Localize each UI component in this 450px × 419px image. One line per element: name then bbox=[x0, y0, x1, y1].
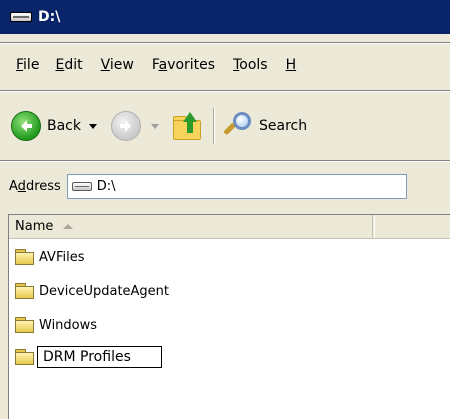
menu-view[interactable]: View bbox=[101, 57, 134, 73]
menu-favorites[interactable]: Favorites bbox=[152, 57, 215, 73]
address-bar: Address D:\ bbox=[0, 170, 450, 202]
rename-input[interactable]: DRM Profiles bbox=[37, 346, 162, 368]
divider bbox=[0, 42, 450, 44]
address-label-pre: A bbox=[9, 178, 18, 194]
magnifier-lens bbox=[233, 112, 251, 130]
arrow-right-icon bbox=[120, 120, 131, 132]
address-value: D:\ bbox=[96, 178, 116, 194]
toolbar-divider bbox=[213, 108, 215, 144]
toolbar: Back Search bbox=[0, 100, 450, 152]
list-item[interactable]: DRM Profiles bbox=[15, 345, 162, 369]
menu-edit-label: dit bbox=[64, 57, 83, 73]
menu-file-label: ile bbox=[23, 57, 40, 73]
column-header-label: Name bbox=[15, 219, 54, 234]
list-item[interactable]: AVFiles bbox=[15, 245, 84, 269]
menu-view-label: iew bbox=[109, 57, 134, 73]
menu-favorites-accel: a bbox=[158, 57, 168, 73]
menu-help[interactable]: H bbox=[286, 57, 297, 73]
list-item[interactable]: Windows bbox=[15, 313, 97, 337]
column-header-name[interactable]: Name bbox=[9, 215, 373, 238]
folder-icon bbox=[15, 283, 35, 299]
back-dropdown-icon[interactable] bbox=[89, 123, 97, 129]
drive-icon bbox=[71, 181, 92, 191]
address-label-accel: d bbox=[17, 178, 26, 194]
list-item-label: AVFiles bbox=[39, 249, 85, 265]
file-list[interactable]: Name AVFiles DeviceUpdateAgent Windows D… bbox=[8, 214, 450, 419]
menu-edit[interactable]: Edit bbox=[55, 57, 82, 73]
forward-button[interactable] bbox=[111, 111, 141, 141]
menu-file[interactable]: File bbox=[16, 57, 39, 73]
menu-edit-accel: E bbox=[55, 57, 65, 73]
up-arrow-stem bbox=[187, 121, 193, 133]
menu-favorites-label: vorites bbox=[167, 57, 216, 73]
menu-file-accel: F bbox=[16, 57, 24, 73]
list-item-label: Windows bbox=[39, 317, 98, 333]
title-bar[interactable]: D:\ bbox=[0, 0, 450, 34]
address-label-rest: dress bbox=[25, 178, 61, 194]
explorer-window: D:\ File Edit View Favorites Tools H Bac… bbox=[0, 0, 450, 419]
list-header: Name bbox=[9, 215, 450, 239]
back-button[interactable] bbox=[11, 111, 41, 141]
divider bbox=[0, 90, 450, 92]
address-label: Address bbox=[9, 179, 61, 194]
forward-dropdown-icon[interactable] bbox=[151, 123, 159, 129]
sort-ascending-icon bbox=[63, 224, 74, 229]
menu-tools[interactable]: Tools bbox=[233, 57, 268, 73]
drive-icon bbox=[10, 12, 32, 22]
menu-tools-label: ools bbox=[239, 57, 268, 73]
window-title: D:\ bbox=[38, 9, 61, 25]
menu-help-accel: H bbox=[285, 57, 297, 73]
address-input[interactable]: D:\ bbox=[66, 173, 407, 199]
search-button-label[interactable]: Search bbox=[259, 118, 307, 134]
menu-favorites-pre: F bbox=[151, 57, 159, 73]
list-item-label: DeviceUpdateAgent bbox=[39, 283, 170, 299]
menu-bar: File Edit View Favorites Tools H bbox=[0, 50, 450, 80]
divider bbox=[0, 160, 450, 162]
menu-view-accel: V bbox=[100, 57, 110, 73]
up-folder-button[interactable] bbox=[173, 112, 203, 140]
folder-icon bbox=[15, 349, 35, 365]
list-item[interactable]: DeviceUpdateAgent bbox=[15, 279, 169, 303]
back-button-label[interactable]: Back bbox=[47, 118, 81, 134]
folder-icon bbox=[15, 249, 35, 265]
up-arrow-icon bbox=[183, 112, 197, 122]
search-icon[interactable] bbox=[223, 111, 255, 141]
folder-icon bbox=[15, 317, 35, 333]
arrow-left-icon bbox=[21, 120, 32, 132]
column-header-next[interactable] bbox=[374, 215, 450, 238]
